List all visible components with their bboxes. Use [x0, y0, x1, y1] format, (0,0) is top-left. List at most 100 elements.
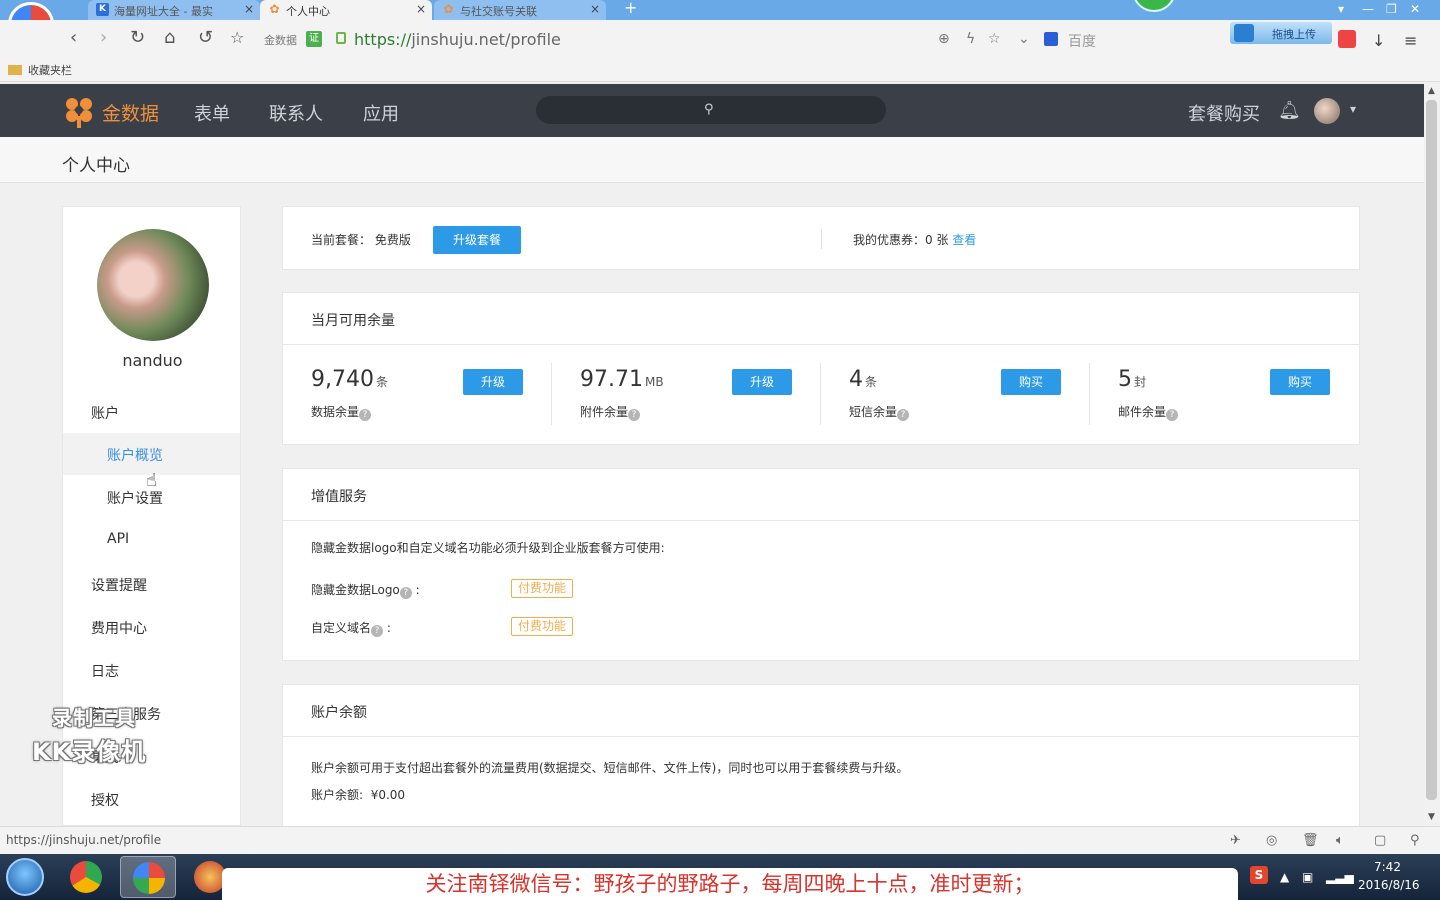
download-icon[interactable]: ↓	[1372, 31, 1385, 50]
jinshuju-logo-icon[interactable]	[62, 94, 96, 128]
nav-apps[interactable]: 应用	[363, 100, 399, 126]
zoom-search-icon[interactable]: ⚲	[1410, 833, 1420, 848]
bell-icon[interactable]: 🔔︎	[1278, 100, 1301, 121]
lightning-icon[interactable]: ϟ	[966, 31, 975, 47]
back-icon[interactable]: ‹	[70, 28, 77, 48]
tab-hao-site[interactable]: K 海量网址大全 - 最实 ×	[88, 0, 260, 20]
value-added-title: 增值服务	[283, 469, 1359, 521]
minimize-icon[interactable]: —	[1362, 2, 1374, 16]
menu-icon[interactable]: ≡	[1404, 31, 1417, 50]
view-coupons-link[interactable]: 查看	[952, 233, 976, 247]
address-bar-input[interactable]: https://jinshuju.net/profile	[354, 30, 561, 49]
nav-forms[interactable]: 表单	[194, 100, 230, 126]
plan-purchase-link[interactable]: 套餐购买	[1188, 100, 1260, 126]
window-icon[interactable]: ▢	[1374, 833, 1386, 848]
sogou-ime-icon[interactable]: S	[1250, 866, 1268, 884]
sidebar-item-api[interactable]: API	[63, 519, 240, 561]
scroll-down-icon[interactable]: ▼	[1428, 812, 1435, 822]
browser-toolbar: ‹ › ↻ ⌂ ↺ ☆ 金数据 证 https://jinshuju.net/p…	[0, 20, 1440, 58]
network-icon[interactable]: ▣	[1302, 870, 1313, 884]
sidebar-item-logs[interactable]: 日志	[91, 661, 119, 681]
close-icon[interactable]: ×	[244, 2, 254, 16]
refresh-icon[interactable]: ↻	[130, 28, 145, 48]
chevron-down-icon[interactable]: ▾	[1350, 102, 1356, 116]
buy-sms-button[interactable]: 购买	[1001, 369, 1061, 395]
help-icon[interactable]: ?	[1166, 409, 1179, 421]
k-site-icon: K	[96, 3, 109, 16]
tab-profile[interactable]: ✿ 个人中心 ×	[260, 0, 432, 20]
quota-label: 数据余量?	[311, 403, 372, 421]
speedup-icon[interactable]: ◎	[1266, 833, 1277, 848]
search-engine-input[interactable]: 百度	[1068, 31, 1096, 51]
site-header: 金数据 表单 联系人 应用 ⚲ 套餐购买 🔔︎ ▾	[0, 84, 1424, 137]
site-logo-text[interactable]: 金数据	[102, 99, 159, 126]
upgrade-data-button[interactable]: 升级	[463, 369, 523, 395]
lock-icon	[336, 32, 346, 44]
search-icon[interactable]: ⚲	[704, 102, 714, 117]
plan-card: 当前套餐： 免费版 升级套餐 我的优惠券：0 张 查看	[282, 206, 1360, 270]
hand-cursor-icon: ☝︎	[146, 470, 157, 491]
close-window-icon[interactable]: ✕	[1410, 2, 1420, 16]
speed-badge-icon	[1132, 0, 1176, 12]
clock-date[interactable]: 2016/8/16	[1358, 878, 1420, 892]
chevron-down-icon[interactable]: ⌄	[1018, 31, 1030, 47]
help-icon[interactable]: ?	[897, 409, 910, 421]
taskbar-app-browser[interactable]	[120, 856, 176, 898]
balance-title: 账户余额	[283, 685, 1359, 737]
paid-feature-badge[interactable]: 付费功能	[511, 617, 573, 636]
sidebar-section-account[interactable]: 账户	[91, 403, 119, 423]
sidebar-item-billing[interactable]: 费用中心	[91, 618, 147, 638]
new-tab-plus-icon[interactable]: +	[624, 0, 637, 16]
upgrade-plan-button[interactable]: 升级套餐	[433, 226, 521, 254]
speaker-icon[interactable]: 🔈︎	[1336, 833, 1344, 848]
close-icon[interactable]: ×	[590, 2, 600, 16]
profile-avatar[interactable]	[97, 229, 209, 341]
buy-email-button[interactable]: 购买	[1270, 369, 1330, 395]
pin-icon[interactable]: ✈	[1230, 833, 1241, 848]
start-button[interactable]	[6, 858, 44, 896]
star-icon[interactable]: ☆	[230, 28, 244, 48]
close-icon[interactable]: ×	[416, 2, 426, 16]
nav-contacts[interactable]: 联系人	[269, 100, 323, 126]
paid-feature-badge[interactable]: 付费功能	[511, 579, 573, 598]
certificate-icon[interactable]: 证	[306, 31, 322, 47]
hide-logo-row: 隐藏金数据Logo? : 付费功能	[311, 579, 573, 599]
favorite-star-icon[interactable]: ☆	[988, 31, 1001, 47]
undo-icon[interactable]: ↺	[198, 28, 213, 48]
quota-label: 邮件余量?	[1118, 403, 1179, 421]
sidebar-item-reminders[interactable]: 设置提醒	[91, 575, 147, 595]
zoom-icon[interactable]: ⊕	[938, 31, 950, 47]
trash-icon[interactable]: 🗑︎	[1302, 833, 1319, 848]
scrollbar-thumb[interactable]	[1426, 100, 1437, 800]
help-icon[interactable]: ?	[359, 409, 372, 421]
tab-social-accounts[interactable]: ✿ 与社交账号关联 ×	[434, 0, 606, 20]
help-icon[interactable]: ?	[628, 409, 641, 421]
quota-cell-data: 9,740 条 数据余量? 升级	[283, 345, 552, 445]
scroll-up-icon[interactable]: ▲	[1428, 86, 1435, 96]
value-added-description: 隐藏金数据logo和自定义域名功能必须升级到企业版套餐方可使用:	[311, 541, 665, 555]
current-plan-label: 当前套餐： 免费版	[311, 233, 411, 247]
help-icon[interactable]: ?	[371, 625, 384, 637]
maximize-icon[interactable]: ❐	[1386, 2, 1397, 16]
home-icon[interactable]: ⌂	[164, 28, 175, 48]
avatar[interactable]	[1314, 98, 1340, 124]
bookmarks-bar: 收藏夹栏	[0, 58, 1440, 82]
sidebar-item-authorization[interactable]: 授权	[91, 790, 119, 810]
tray-expand-icon[interactable]: ▲	[1280, 870, 1289, 884]
extension-icon[interactable]	[1338, 30, 1356, 48]
coupon-info: 我的优惠券：0 张 查看	[853, 233, 977, 247]
bookmarks-folder-label[interactable]: 收藏夹栏	[28, 62, 72, 78]
sidebar-item-account-overview[interactable]: 账户概览	[63, 433, 240, 475]
forward-icon[interactable]: ›	[100, 28, 107, 48]
status-url: https://jinshuju.net/profile	[6, 833, 162, 847]
signal-icon[interactable]: ▂▃▅	[1326, 870, 1354, 884]
drag-upload-button[interactable]: 拖拽上传	[1230, 22, 1332, 44]
page-scrollbar[interactable]: ▲ ▼	[1424, 84, 1440, 826]
taskbar-app-360[interactable]	[58, 856, 114, 898]
upgrade-attachments-button[interactable]: 升级	[732, 369, 792, 395]
help-icon[interactable]: ?	[399, 587, 412, 599]
clock-time[interactable]: 7:42	[1374, 860, 1401, 874]
shirt-skin-icon[interactable]: ▾	[1338, 2, 1344, 16]
page-title-bar: 个人中心	[0, 137, 1424, 183]
site-search-input[interactable]: ⚲	[536, 96, 886, 124]
